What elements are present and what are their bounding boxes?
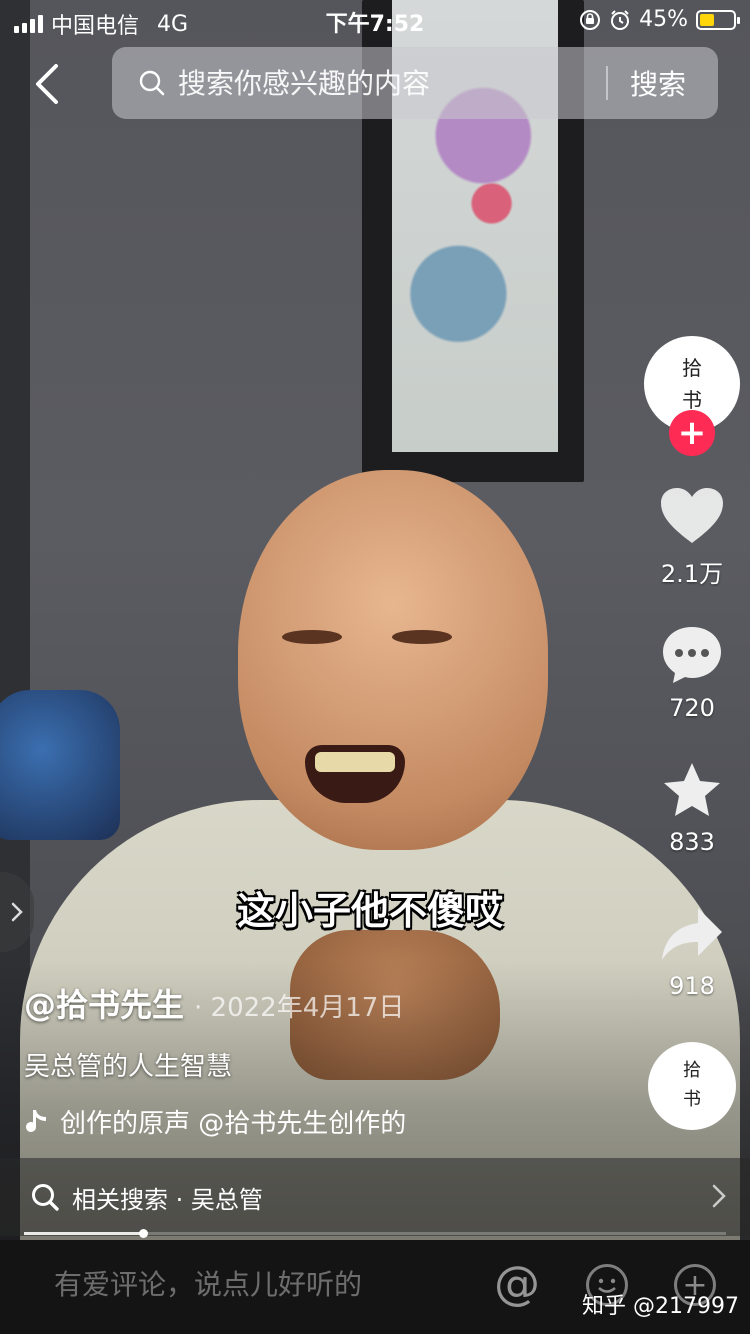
mention-button[interactable]: @ [494, 1256, 540, 1310]
orientation-lock-icon [580, 9, 601, 30]
comment-input[interactable] [54, 1268, 474, 1301]
battery-fill [700, 13, 715, 26]
search-divider [606, 66, 608, 100]
plus-icon: + [677, 413, 707, 453]
like-count: 2.1万 [660, 560, 724, 588]
progress-fill [24, 1232, 144, 1235]
search-input[interactable] [178, 66, 598, 100]
video-person-eye [282, 630, 342, 644]
search-bar: 搜索 [112, 47, 718, 119]
post-date: · 2022年4月17日 [194, 993, 405, 1023]
comment-count: 720 [669, 694, 715, 722]
disc-char: 书 [683, 1089, 701, 1110]
share-count: 918 [669, 972, 715, 1000]
back-button[interactable] [30, 62, 66, 106]
status-right: 45% [579, 7, 740, 32]
avatar-char: 拾 [682, 356, 702, 380]
watermark: 知乎 @217997 [582, 1294, 739, 1319]
star-icon [664, 763, 720, 816]
chevron-right-icon [712, 1184, 726, 1208]
music-note-icon [26, 1109, 46, 1132]
chevron-left-icon [36, 64, 58, 104]
video-description[interactable]: 吴总管的人生智慧 [24, 1046, 624, 1083]
comment-action[interactable]: 720 [642, 624, 742, 722]
comment-bar: @ + 知乎 @217997 [0, 1240, 750, 1334]
follow-button[interactable]: + [669, 410, 715, 456]
video-person-teeth [315, 752, 395, 772]
disc-char: 拾 [683, 1060, 701, 1082]
battery-percent: 45% [639, 7, 688, 32]
music-disc[interactable]: 拾 书 [648, 1042, 736, 1130]
author-handle[interactable]: @拾书先生 [24, 980, 184, 1026]
favorite-action[interactable]: 833 [642, 760, 742, 856]
related-search-bar[interactable]: 相关搜索 · 吴总管 [0, 1158, 750, 1236]
like-action[interactable]: 2.1万 [642, 486, 742, 589]
related-search-text: 相关搜索 · 吴总管 [72, 1185, 263, 1214]
heart-icon [661, 488, 723, 543]
video-vase [0, 690, 120, 840]
music-text: 创作的原声 @拾书先生创作的 [60, 1109, 407, 1139]
video-person-head [238, 470, 548, 850]
comment-bubble-icon [663, 627, 721, 683]
video-subtitle: 这小子他不傻哎 [236, 889, 503, 933]
status-bar: 中国电信 4G 下午7:52 45% [0, 0, 750, 40]
search-icon [32, 1184, 59, 1211]
alarm-icon [611, 9, 630, 30]
video-progress-bar[interactable] [24, 1229, 726, 1238]
video-info: @拾书先生 · 2022年4月17日 吴总管的人生智慧 创作的原声 @拾书先生创… [24, 980, 624, 1140]
favorite-count: 833 [669, 828, 715, 856]
search-button[interactable]: 搜索 [630, 63, 686, 103]
video-person-eye [392, 630, 452, 644]
music-row[interactable]: 创作的原声 @拾书先生创作的 [24, 1103, 474, 1140]
author-row: @拾书先生 · 2022年4月17日 [24, 980, 624, 1026]
search-icon [139, 70, 165, 96]
battery-icon [696, 9, 740, 30]
